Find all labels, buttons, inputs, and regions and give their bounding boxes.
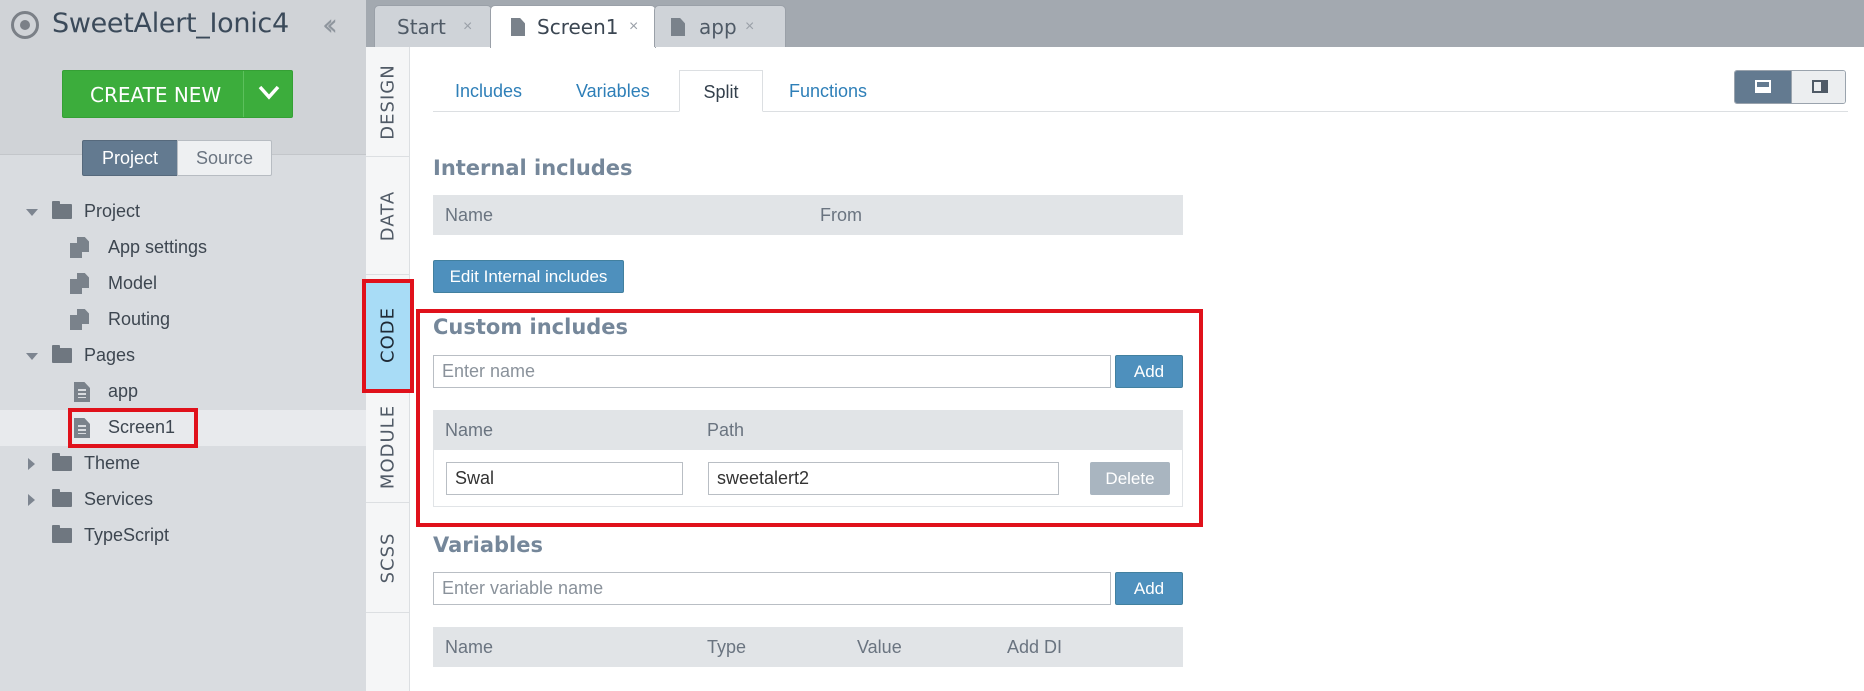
close-icon[interactable]: × (629, 18, 638, 36)
side-panel-button[interactable] (1791, 71, 1845, 103)
vtab-label: DESIGN (377, 63, 399, 140)
column-value: Value (857, 637, 902, 657)
tree-label: App settings (108, 237, 208, 257)
project-view-button[interactable]: Project (82, 140, 178, 176)
bottom-panel-button[interactable] (1735, 71, 1791, 103)
caret-down-icon[interactable] (26, 209, 38, 216)
tab-app[interactable]: app × (654, 5, 786, 47)
subtab-split[interactable]: Split (679, 70, 763, 112)
editor-tab-bar: Start × Screen1 × app × (366, 0, 1864, 48)
caret-right-icon[interactable] (28, 458, 35, 470)
column-from: From (820, 205, 862, 225)
vtab-design[interactable]: DESIGN (366, 47, 410, 157)
tree-label: Theme (84, 453, 141, 473)
folder-icon (52, 489, 72, 507)
edit-internal-includes-button[interactable]: Edit Internal includes (433, 260, 624, 293)
add-variable-button[interactable]: Add (1115, 572, 1183, 605)
chevron-down-icon[interactable] (256, 79, 282, 105)
create-new-button[interactable]: CREATE NEW (62, 70, 293, 118)
tree-item-project[interactable]: Project (0, 194, 366, 230)
vtab-label: MODULE (377, 404, 399, 489)
tree-item-app-settings[interactable]: App settings (0, 230, 366, 266)
model-files-icon (70, 273, 92, 295)
subtab-variables[interactable]: Variables (576, 70, 650, 112)
highlight-screen1 (68, 408, 198, 448)
tab-start[interactable]: Start × (374, 5, 492, 47)
app-logo-icon (11, 11, 39, 39)
vtab-module[interactable]: MODULE (366, 391, 410, 503)
project-sidebar: SweetAlert_Ionic4 ‹‹ CREATE NEW Project … (0, 0, 366, 691)
tree-label: Project (84, 201, 141, 221)
column-name: Name (445, 205, 494, 225)
collapse-sidebar-icon[interactable]: ‹‹ (322, 8, 338, 43)
page-file-icon (74, 382, 90, 402)
folder-icon (52, 525, 72, 543)
create-new-divider (243, 71, 244, 117)
tree-item-app[interactable]: app (0, 374, 366, 410)
tab-label: Start (397, 15, 446, 39)
subtab-includes[interactable]: Includes (455, 70, 522, 112)
column-type: Type (707, 637, 747, 657)
highlight-custom-includes (416, 309, 1203, 527)
vtab-label: SCSS (377, 532, 399, 583)
tree-label: Routing (108, 309, 171, 329)
tree-item-model[interactable]: Model (0, 266, 366, 302)
bottom-panel-icon (1755, 80, 1771, 93)
tree-item-theme[interactable]: Theme (0, 446, 366, 482)
variable-name-input[interactable] (433, 572, 1111, 605)
document-icon (511, 18, 525, 36)
layout-toggle (1734, 70, 1846, 104)
tree-label: app (108, 381, 139, 401)
variables-header: Name Type Value Add DI (433, 627, 1183, 667)
folder-icon (52, 345, 72, 363)
tree-label: Pages (84, 345, 136, 365)
app-title: SweetAlert_Ionic4 (52, 8, 289, 39)
column-add-di: Add DI (1007, 637, 1063, 657)
source-view-button[interactable]: Source (177, 140, 272, 176)
tree-item-typescript[interactable]: TypeScript (0, 518, 366, 554)
caret-down-icon[interactable] (26, 353, 38, 360)
variables-title: Variables (433, 533, 543, 557)
tree-item-pages[interactable]: Pages (0, 338, 366, 374)
tree-item-routing[interactable]: Routing (0, 302, 366, 338)
document-icon (671, 18, 685, 36)
vtab-scss[interactable]: SCSS (366, 503, 410, 613)
vtab-label: DATA (377, 190, 399, 241)
internal-includes-title: Internal includes (433, 156, 633, 180)
tree-item-services[interactable]: Services (0, 482, 366, 518)
tab-label: Screen1 (537, 15, 619, 39)
sidebar-header: SweetAlert_Ionic4 ‹‹ CREATE NEW (0, 0, 366, 155)
folder-icon (52, 201, 72, 219)
tab-label: app (699, 15, 737, 39)
close-icon[interactable]: × (463, 18, 472, 36)
routing-files-icon (70, 309, 92, 331)
create-new-label: CREATE NEW (90, 83, 222, 107)
tree-label: Model (108, 273, 158, 293)
folder-icon (52, 453, 72, 471)
tree-label: TypeScript (84, 525, 170, 545)
internal-includes-header: Name From (433, 195, 1183, 235)
subtab-functions[interactable]: Functions (789, 70, 867, 112)
side-panel-icon (1812, 80, 1828, 93)
close-icon[interactable]: × (745, 18, 754, 36)
settings-files-icon (70, 237, 92, 259)
vtab-data[interactable]: DATA (366, 157, 410, 275)
tab-screen1[interactable]: Screen1 × (490, 5, 656, 48)
column-name: Name (445, 637, 494, 657)
tree-label: Services (84, 489, 154, 509)
highlight-code-tab (362, 279, 414, 393)
caret-right-icon[interactable] (28, 494, 35, 506)
